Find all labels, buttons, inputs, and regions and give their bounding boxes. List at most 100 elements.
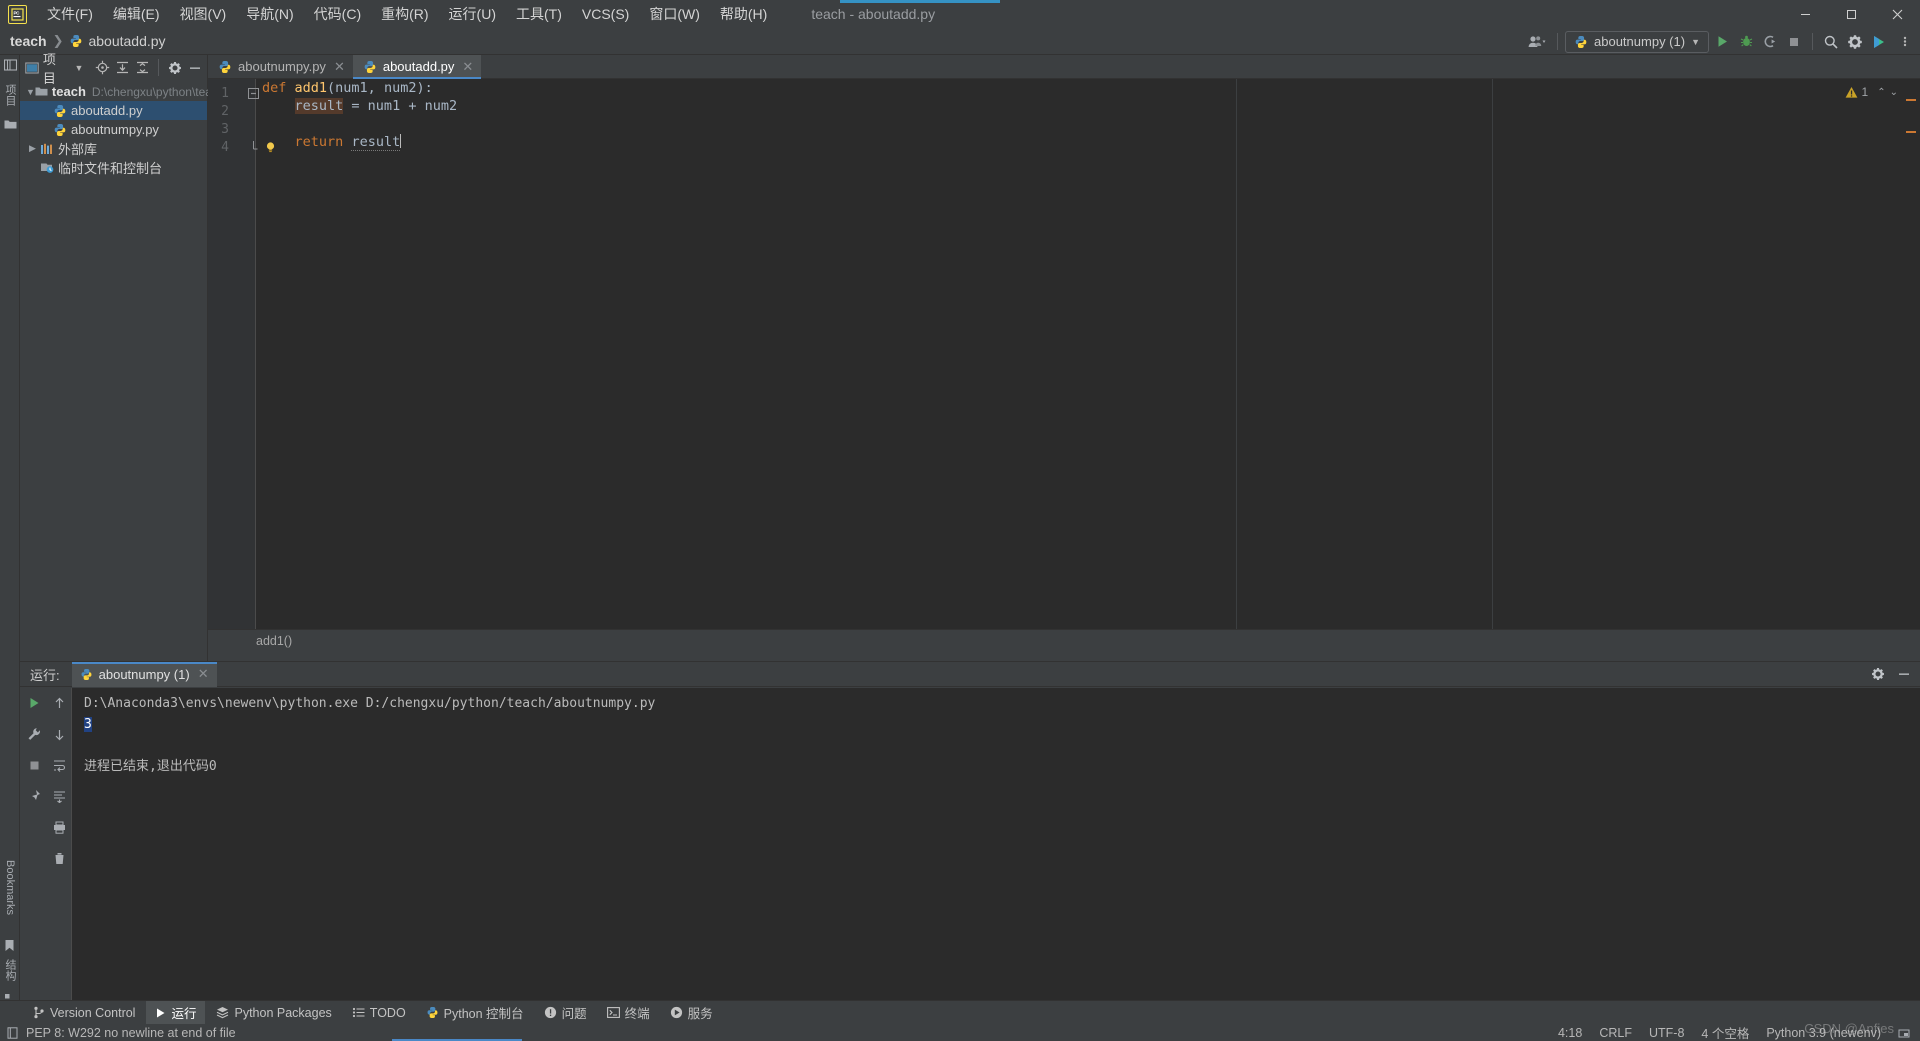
strip-label-project[interactable]: 项目	[0, 75, 20, 115]
debug-button[interactable]	[1735, 31, 1757, 53]
python-file-icon	[52, 104, 67, 118]
menu-window[interactable]: 窗口(W)	[639, 1, 710, 27]
python-icon	[80, 668, 93, 681]
stop-icon[interactable]	[25, 756, 43, 774]
editor-breadcrumb[interactable]: add1()	[208, 629, 1920, 651]
menu-code[interactable]: 代码(C)	[304, 1, 371, 27]
panel-divider	[158, 59, 160, 76]
run-button[interactable]	[1711, 31, 1733, 53]
menu-help[interactable]: 帮助(H)	[710, 1, 777, 27]
trash-icon[interactable]	[51, 849, 69, 867]
hide-panel-icon[interactable]	[1894, 664, 1914, 684]
run-console-output[interactable]: D:\Anaconda3\envs\newenv\python.exe D:/c…	[72, 688, 1920, 1010]
scroll-to-end-icon[interactable]	[51, 787, 69, 805]
soft-wrap-icon[interactable]	[51, 756, 69, 774]
notifications-icon[interactable]	[1898, 1027, 1910, 1039]
close-button[interactable]	[1874, 0, 1920, 28]
menu-edit[interactable]: 编辑(E)	[103, 1, 170, 27]
marker-warning[interactable]	[1906, 99, 1916, 101]
wrench-icon[interactable]	[25, 725, 43, 743]
gear-icon[interactable]	[1844, 31, 1866, 53]
search-icon[interactable]	[1820, 31, 1842, 53]
secondary-margin-guide	[1492, 79, 1493, 651]
tw-services[interactable]: 服务	[661, 1001, 722, 1025]
tw-version-control[interactable]: Version Control	[24, 1001, 144, 1025]
menu-view[interactable]: 视图(V)	[170, 1, 237, 27]
inspection-icon[interactable]	[7, 1026, 19, 1039]
rerun-icon[interactable]	[25, 694, 43, 712]
run-configuration-label: aboutnumpy (1)	[1594, 34, 1686, 49]
up-arrow-icon[interactable]	[51, 694, 69, 712]
tree-node-scratches[interactable]: 临时文件和控制台	[20, 158, 207, 177]
editor-gutter[interactable]: 1 2 3 4	[208, 79, 256, 651]
strip-label-bookmarks[interactable]: Bookmarks	[0, 844, 20, 932]
tw-python-console[interactable]: Python 控制台	[417, 1001, 533, 1025]
more-options-icon[interactable]	[1894, 31, 1916, 53]
pin-icon[interactable]	[25, 787, 43, 805]
tree-node-aboutadd[interactable]: aboutadd.py	[20, 101, 207, 120]
stop-button[interactable]	[1783, 31, 1805, 53]
inspection-widget[interactable]: 1 ⌃ ⌄	[1845, 85, 1898, 99]
chevron-down-icon[interactable]: ▼	[70, 58, 88, 78]
tw-run[interactable]: 运行	[146, 1000, 206, 1025]
code-editor[interactable]: 1 2 3 4 def add1(num1, num2): result = n…	[208, 79, 1920, 651]
menu-run[interactable]: 运行(U)	[439, 1, 506, 27]
editor-tab-aboutadd[interactable]: aboutadd.py ✕	[352, 55, 482, 79]
chevron-down-icon[interactable]: ▼	[26, 87, 35, 97]
project-view-icon[interactable]	[23, 58, 41, 78]
file-encoding[interactable]: UTF-8	[1649, 1026, 1684, 1040]
menu-vcs[interactable]: VCS(S)	[572, 3, 639, 25]
close-icon[interactable]: ✕	[334, 59, 345, 75]
next-problem-icon[interactable]: ⌄	[1890, 87, 1898, 98]
strip-label-structure[interactable]: 结构	[0, 952, 20, 988]
gear-icon[interactable]	[166, 58, 184, 78]
print-icon[interactable]	[51, 818, 69, 836]
menu-navigate[interactable]: 导航(N)	[236, 1, 303, 27]
python-interpreter[interactable]: Python 3.9 (newenv)	[1766, 1026, 1881, 1040]
gear-icon[interactable]	[1868, 664, 1888, 684]
line-separator[interactable]: CRLF	[1599, 1026, 1632, 1040]
bookmark-icon[interactable]	[4, 939, 17, 952]
run-configuration-selector[interactable]: aboutnumpy (1) ▼	[1565, 30, 1709, 53]
close-icon[interactable]: ✕	[462, 59, 473, 75]
tree-node-external-libraries[interactable]: ▶ 外部库	[20, 139, 207, 158]
chevron-right-icon[interactable]: ▶	[26, 143, 39, 154]
editor-scroll-marker-bar[interactable]	[1906, 79, 1920, 651]
marker-warning[interactable]	[1906, 131, 1916, 133]
locate-icon[interactable]	[94, 58, 112, 78]
run-with-coverage-button[interactable]	[1759, 31, 1781, 53]
user-icon[interactable]	[1524, 31, 1550, 53]
window-controls	[1782, 0, 1920, 28]
menu-file[interactable]: 文件(F)	[37, 1, 103, 27]
editor-tab-aboutnumpy[interactable]: aboutnumpy.py ✕	[208, 55, 353, 78]
updates-icon[interactable]	[1868, 31, 1890, 53]
strip-project-icon[interactable]	[4, 59, 17, 72]
hide-panel-icon[interactable]	[186, 58, 204, 78]
run-icon	[155, 1007, 166, 1019]
breadcrumb-file[interactable]: aboutadd.py	[69, 33, 166, 49]
tw-python-packages[interactable]: Python Packages	[207, 1001, 340, 1025]
collapse-all-icon[interactable]	[134, 58, 152, 78]
minimize-button[interactable]	[1782, 0, 1828, 28]
down-arrow-icon[interactable]	[51, 725, 69, 743]
caret-position[interactable]: 4:18	[1558, 1026, 1582, 1040]
breadcrumb-project[interactable]: teach	[10, 33, 47, 49]
run-session-tab[interactable]: aboutnumpy (1) ✕	[71, 661, 217, 687]
scratches-icon	[39, 161, 54, 174]
prev-problem-icon[interactable]: ⌃	[1877, 87, 1885, 98]
tw-label: Version Control	[50, 1005, 136, 1020]
tw-problems[interactable]: 问题	[535, 1001, 596, 1025]
tw-terminal[interactable]: 终端	[598, 1001, 659, 1025]
expand-all-icon[interactable]	[114, 58, 132, 78]
console-exit-message: 进程已结束,退出代码0	[84, 759, 217, 774]
tw-label: Python Packages	[234, 1005, 332, 1020]
code-content[interactable]: def add1(num1, num2): result = num1 + nu…	[256, 79, 1920, 651]
indent-setting[interactable]: 4 个空格	[1701, 1023, 1749, 1041]
tw-todo[interactable]: TODO	[343, 1001, 415, 1025]
maximize-button[interactable]	[1828, 0, 1874, 28]
tree-node-aboutnumpy[interactable]: aboutnumpy.py	[20, 120, 207, 139]
menu-refactor[interactable]: 重构(R)	[371, 1, 438, 27]
close-icon[interactable]: ✕	[198, 666, 209, 682]
menu-tools[interactable]: 工具(T)	[506, 1, 572, 27]
strip-folder-icon[interactable]	[4, 119, 17, 132]
